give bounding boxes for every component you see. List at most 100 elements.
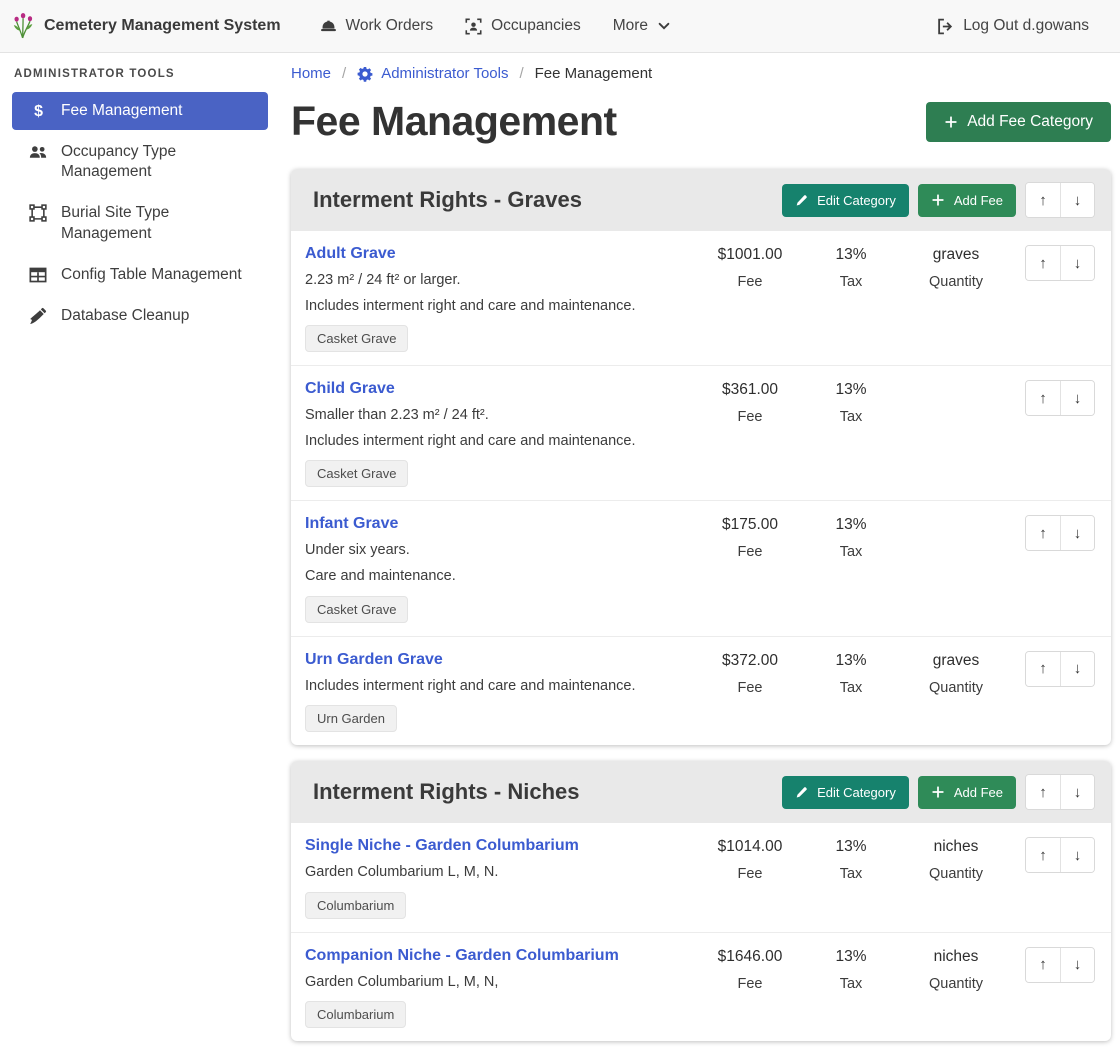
add-fee-category-label: Add Fee Category (967, 113, 1093, 131)
sidebar-item-label: Config Table Management (61, 265, 242, 285)
nav-more-dropdown[interactable]: More (600, 9, 684, 43)
category-move-up-button[interactable]: ↑ (1026, 775, 1060, 809)
nav-work-orders[interactable]: Work Orders (307, 9, 447, 43)
fee-col-tax-column: 13%Tax (805, 836, 897, 882)
arrow-up-icon: ↑ (1039, 784, 1047, 801)
fee-col-qty-column (897, 379, 1015, 381)
logout-button[interactable]: Log Out d.gowans (924, 9, 1102, 43)
fee-move-up-button[interactable]: ↑ (1026, 516, 1060, 550)
fee-type-badge: Urn Garden (305, 705, 397, 732)
fee-col-fee-label: Fee (695, 976, 805, 992)
plus-icon (931, 193, 945, 207)
fee-col-tax-label: Tax (805, 866, 897, 882)
category-fee-list: Adult Grave 2.23 m² / 24 ft² or larger. In… (291, 231, 1111, 745)
fee-type-badge: Casket Grave (305, 460, 408, 487)
fee-col-fee-column: $1014.00Fee (695, 836, 805, 882)
fee-row: Urn Garden Grave Includes interment right… (291, 637, 1111, 746)
fee-name-link[interactable]: Single Niche - Garden Columbarium (305, 837, 579, 855)
fee-type-badge: Columbarium (305, 1001, 406, 1028)
sidebar-item-occupancy-type-management[interactable]: Occupancy Type Management (12, 133, 268, 191)
fee-move-up-button[interactable]: ↑ (1026, 838, 1060, 872)
fee-name-link[interactable]: Adult Grave (305, 245, 396, 263)
fee-description: Garden Columbarium L, M, N. (305, 863, 685, 883)
category-move-up-button[interactable]: ↑ (1026, 183, 1060, 217)
fee-name-link[interactable]: Child Grave (305, 380, 395, 398)
fee-details: Single Niche - Garden Columbarium Garden … (305, 836, 695, 919)
fee-reorder-group: ↑↓ (1025, 380, 1095, 416)
category-reorder-group: ↑↓ (1025, 182, 1095, 218)
fee-name-link[interactable]: Companion Niche - Garden Columbarium (305, 947, 619, 965)
category-move-down-button[interactable]: ↓ (1060, 775, 1094, 809)
fee-move-up-button[interactable]: ↑ (1026, 948, 1060, 982)
fee-col-qty-column (897, 514, 1015, 516)
category-move-down-button[interactable]: ↓ (1060, 183, 1094, 217)
add-fee-button[interactable]: Add Fee (918, 776, 1016, 809)
breadcrumb-admin-tools-label: Administrator Tools (381, 65, 508, 82)
dollar-icon: $ (28, 102, 48, 119)
fee-col-tax-column: 13%Tax (805, 946, 897, 992)
fee-row: Infant GraveUnder six years.Care and mai… (291, 501, 1111, 636)
sidebar-item-database-cleanup[interactable]: Database Cleanup (12, 297, 268, 335)
fee-description: Includes interment right and care and ma… (305, 677, 685, 697)
category-title: Interment Rights - Graves (313, 187, 773, 213)
fee-move-down-button[interactable]: ↓ (1060, 246, 1094, 280)
tulip-logo-icon (12, 12, 36, 40)
fee-col-qty-column: gravesQuantity (897, 244, 1015, 290)
sidebar-item-label: Fee Management (61, 101, 183, 121)
breadcrumb-home-label: Home (291, 65, 331, 82)
fee-row: Adult Grave2.23 m² / 24 ft² or larger.In… (291, 231, 1111, 366)
arrow-up-icon: ↑ (1039, 390, 1047, 407)
nav-occupancies-label: Occupancies (491, 17, 581, 35)
breadcrumb-admin-tools-link[interactable]: Administrator Tools (357, 65, 508, 82)
fee-col-tax-column: 13%Tax (805, 244, 897, 290)
fee-type-badge: Casket Grave (305, 596, 408, 623)
edit-category-label: Edit Category (817, 193, 896, 208)
arrow-down-icon: ↓ (1074, 784, 1082, 801)
fee-details: Urn Garden Grave Includes interment right… (305, 650, 695, 733)
fee-name-link[interactable]: Infant Grave (305, 515, 398, 533)
fee-col-fee-column: $1646.00Fee (695, 946, 805, 992)
fee-col-fee-value: $372.00 (695, 652, 805, 670)
nav-occupancies[interactable]: Occupancies (452, 9, 594, 43)
broom-icon (28, 307, 48, 325)
chevron-down-icon (657, 19, 671, 33)
breadcrumb-home-link[interactable]: Home (291, 65, 331, 82)
add-fee-button[interactable]: Add Fee (918, 184, 1016, 217)
app-brand[interactable]: Cemetery Management System (12, 12, 281, 40)
edit-category-button[interactable]: Edit Category (782, 184, 909, 217)
fee-move-down-button[interactable]: ↓ (1060, 948, 1094, 982)
fee-description: 2.23 m² / 24 ft² or larger. (305, 271, 685, 291)
fee-col-qty-value: graves (897, 652, 1015, 670)
fee-move-down-button[interactable]: ↓ (1060, 652, 1094, 686)
fee-move-up-button[interactable]: ↑ (1026, 652, 1060, 686)
arrow-down-icon: ↓ (1074, 956, 1082, 973)
arrow-down-icon: ↓ (1074, 847, 1082, 864)
fee-col-qty-column: gravesQuantity (897, 650, 1015, 696)
fee-col-qty-column: nichesQuantity (897, 946, 1015, 992)
fee-col-qty-value: niches (897, 948, 1015, 966)
fee-col-tax-value: 13% (805, 381, 897, 399)
sidebar-item-config-table-management[interactable]: Config Table Management (12, 256, 268, 294)
sidebar-item-burial-site-type-management[interactable]: Burial Site Type Management (12, 194, 268, 252)
fee-reorder-group: ↑↓ (1025, 651, 1095, 687)
fee-move-down-button[interactable]: ↓ (1060, 381, 1094, 415)
fee-move-down-button[interactable]: ↓ (1060, 516, 1094, 550)
users-icon (28, 143, 48, 161)
add-fee-category-button[interactable]: Add Fee Category (926, 102, 1111, 142)
main-content: Home / Administrator Tools / Fee Managem… (280, 53, 1120, 1057)
fee-move-up-button[interactable]: ↑ (1026, 246, 1060, 280)
edit-category-button[interactable]: Edit Category (782, 776, 909, 809)
fee-description: Includes interment right and care and ma… (305, 432, 685, 452)
table-icon (28, 266, 48, 284)
fee-col-fee-value: $1001.00 (695, 246, 805, 264)
logout-label: Log Out d.gowans (963, 17, 1089, 35)
sidebar-item-fee-management[interactable]: $ Fee Management (12, 92, 268, 130)
arrow-down-icon: ↓ (1074, 660, 1082, 677)
fee-move-up-button[interactable]: ↑ (1026, 381, 1060, 415)
fee-col-fee-label: Fee (695, 680, 805, 696)
fee-row: Child GraveSmaller than 2.23 m² / 24 ft²… (291, 366, 1111, 501)
breadcrumb-separator: / (519, 65, 523, 82)
fee-move-down-button[interactable]: ↓ (1060, 838, 1094, 872)
fee-name-link[interactable]: Urn Garden Grave (305, 651, 443, 669)
sidebar-item-label: Database Cleanup (61, 306, 189, 326)
